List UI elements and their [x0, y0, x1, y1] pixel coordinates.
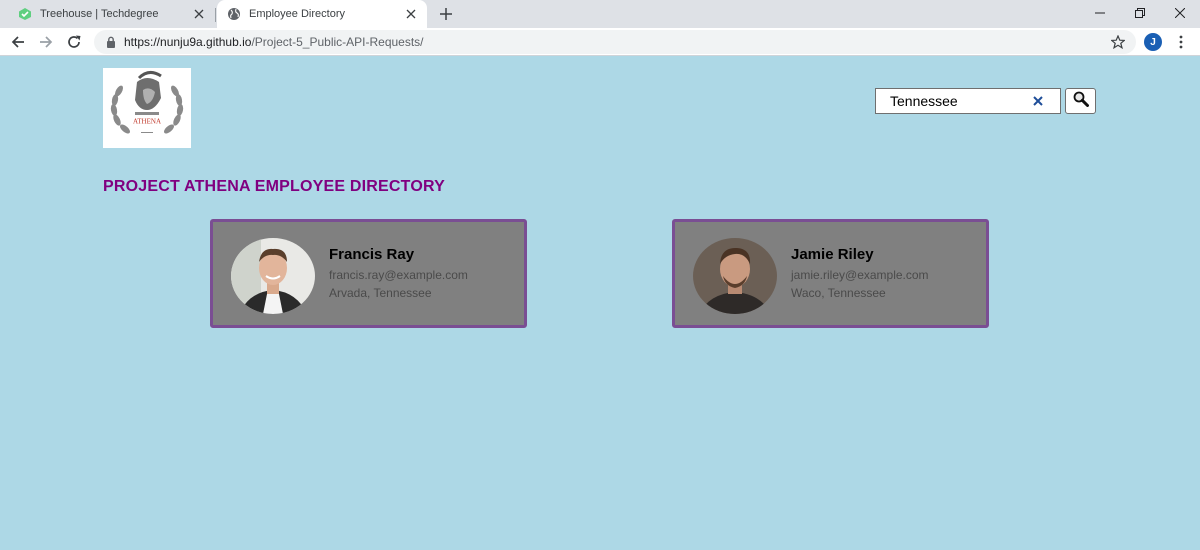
- browser-tab-bar: Treehouse | Techdegree Employee Director…: [0, 0, 1200, 28]
- treehouse-icon: [18, 7, 32, 21]
- tab-label: Treehouse | Techdegree: [40, 8, 159, 20]
- employee-name: Jamie Riley: [791, 246, 874, 263]
- close-tab-icon[interactable]: [191, 6, 207, 22]
- browser-menu-icon[interactable]: [1174, 32, 1188, 52]
- tab-label: Employee Directory: [249, 8, 345, 20]
- athena-logo: ATHENA: [103, 68, 191, 148]
- tab-treehouse[interactable]: Treehouse | Techdegree: [8, 0, 215, 28]
- globe-icon: [227, 7, 241, 21]
- minimize-window-icon[interactable]: [1080, 0, 1120, 26]
- new-tab-plus-icon[interactable]: [437, 5, 455, 23]
- employee-avatar: [693, 238, 777, 314]
- tab-divider: [215, 8, 216, 22]
- employee-info: Jamie Riley jamie.riley@example.com Waco…: [791, 246, 929, 300]
- close-window-icon[interactable]: [1160, 0, 1200, 26]
- search-icon: [1073, 91, 1089, 112]
- url-path: /Project-5_Public-API-Requests/: [251, 35, 424, 49]
- employee-email: francis.ray@example.com: [329, 268, 468, 282]
- reload-icon[interactable]: [64, 32, 84, 52]
- browser-toolbar: https://nunju9a.github.io/Project-5_Publ…: [0, 28, 1200, 56]
- search-button[interactable]: [1065, 88, 1096, 114]
- employee-name: Francis Ray: [329, 246, 415, 263]
- employee-email: jamie.riley@example.com: [791, 268, 929, 282]
- url-text: https://nunju9a.github.io/Project-5_Publ…: [124, 35, 424, 49]
- athena-wordmark: ATHENA: [133, 118, 161, 126]
- clear-search-icon[interactable]: [1031, 94, 1045, 108]
- lock-icon: [106, 36, 116, 48]
- address-bar[interactable]: https://nunju9a.github.io/Project-5_Publ…: [94, 30, 1136, 54]
- employee-card[interactable]: Jamie Riley jamie.riley@example.com Waco…: [672, 219, 989, 328]
- employee-card[interactable]: Francis Ray francis.ray@example.com Arva…: [210, 219, 527, 328]
- url-host: https://nunju9a.github.io: [124, 35, 252, 49]
- profile-avatar[interactable]: J: [1144, 33, 1162, 51]
- restore-window-icon[interactable]: [1120, 0, 1160, 26]
- employee-avatar: [231, 238, 315, 314]
- employee-location: Arvada, Tennessee: [329, 286, 432, 300]
- employee-info: Francis Ray francis.ray@example.com Arva…: [329, 246, 468, 300]
- page-title: PROJECT ATHENA EMPLOYEE DIRECTORY: [103, 178, 446, 195]
- close-tab-icon[interactable]: [403, 6, 419, 22]
- back-arrow-icon[interactable]: [8, 32, 28, 52]
- tab-employee-directory[interactable]: Employee Directory: [217, 0, 427, 28]
- employee-location: Waco, Tennessee: [791, 286, 886, 300]
- bookmark-star-icon[interactable]: [1110, 34, 1126, 50]
- forward-arrow-icon[interactable]: [36, 32, 56, 52]
